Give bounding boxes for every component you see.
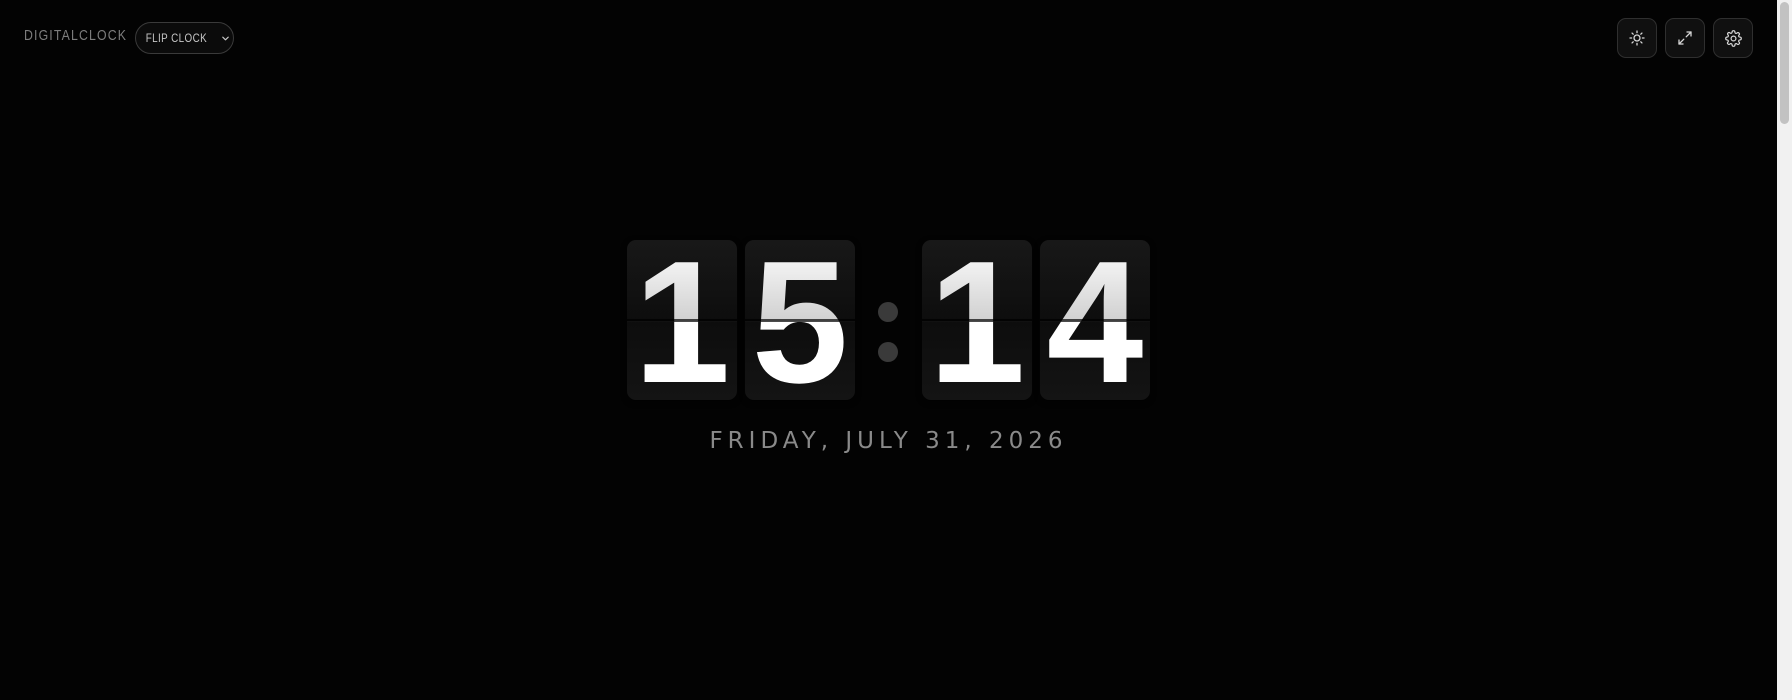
flip-clock: 1 5 1 4 [0, 240, 1777, 400]
settings-button[interactable] [1713, 18, 1753, 58]
card-split-line [627, 319, 737, 322]
colon-dot-top [878, 302, 898, 322]
sun-icon [1629, 30, 1645, 46]
clock-mode-dropdown[interactable]: FLIP CLOCK [135, 22, 234, 54]
scrollbar-track[interactable] [1777, 0, 1792, 700]
expand-icon [1678, 31, 1692, 45]
card-split-line [745, 319, 855, 322]
fullscreen-button[interactable] [1665, 18, 1705, 58]
colon-dot-bottom [878, 342, 898, 362]
card-split-line [922, 319, 1032, 322]
clock-page: DIGITALCLOCK FLIP CLOCK 1 5 1 4 FRIDAY, … [0, 0, 1792, 700]
card-split-line [1040, 319, 1150, 322]
minute-ones-card: 4 [1040, 240, 1150, 400]
hour-tens-card: 1 [627, 240, 737, 400]
clock-mode-label: FLIP CLOCK [145, 31, 207, 45]
app-logo[interactable]: DIGITALCLOCK [24, 27, 127, 44]
chevron-down-icon [222, 36, 230, 40]
minute-tens-card: 1 [922, 240, 1032, 400]
hour-ones-card: 5 [745, 240, 855, 400]
gear-icon [1724, 29, 1742, 47]
scrollbar-thumb[interactable] [1780, 2, 1789, 124]
theme-toggle-button[interactable] [1617, 18, 1657, 58]
date-display: FRIDAY, JULY 31, 2026 [709, 428, 1068, 454]
